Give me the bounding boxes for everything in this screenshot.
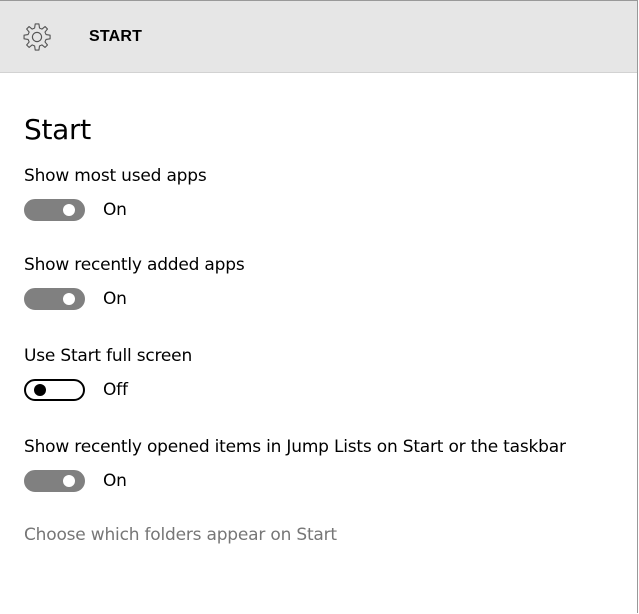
choose-folders-link[interactable]: Choose which folders appear on Start bbox=[24, 525, 337, 545]
page-title: START bbox=[89, 27, 143, 45]
toggle-knob bbox=[63, 293, 75, 305]
use-start-full-screen-toggle[interactable] bbox=[24, 379, 85, 401]
settings-window: START Start Show most used apps On Show … bbox=[0, 0, 638, 613]
section-heading: Start bbox=[24, 113, 91, 146]
toggle-state-label: On bbox=[103, 471, 127, 491]
setting-label: Show recently opened items in Jump Lists… bbox=[24, 437, 566, 457]
settings-header: START bbox=[0, 1, 637, 73]
show-most-used-apps-toggle[interactable] bbox=[24, 199, 85, 221]
setting-label: Show recently added apps bbox=[24, 255, 245, 275]
setting-show-recently-opened-items: Show recently opened items in Jump Lists… bbox=[24, 436, 637, 494]
toggle-state-label: On bbox=[103, 200, 127, 220]
setting-use-start-full-screen: Use Start full screen Off bbox=[24, 345, 637, 403]
toggle-row: On bbox=[24, 468, 637, 494]
toggle-state-label: Off bbox=[103, 380, 128, 400]
setting-label: Show most used apps bbox=[24, 166, 207, 186]
toggle-knob bbox=[63, 204, 75, 216]
setting-show-most-used-apps: Show most used apps On bbox=[24, 165, 637, 223]
show-recently-added-apps-toggle[interactable] bbox=[24, 288, 85, 310]
setting-show-recently-added-apps: Show recently added apps On bbox=[24, 254, 637, 312]
toggle-knob bbox=[34, 384, 46, 396]
toggle-state-label: On bbox=[103, 289, 127, 309]
link-row: Choose which folders appear on Start bbox=[24, 525, 637, 545]
toggle-row: Off bbox=[24, 377, 637, 403]
setting-label: Use Start full screen bbox=[24, 346, 193, 366]
toggle-row: On bbox=[24, 286, 637, 312]
settings-content: Start Show most used apps On Show recent… bbox=[0, 73, 637, 545]
gear-icon bbox=[22, 22, 52, 52]
toggle-knob bbox=[63, 475, 75, 487]
toggle-row: On bbox=[24, 197, 637, 223]
show-recently-opened-items-toggle[interactable] bbox=[24, 470, 85, 492]
